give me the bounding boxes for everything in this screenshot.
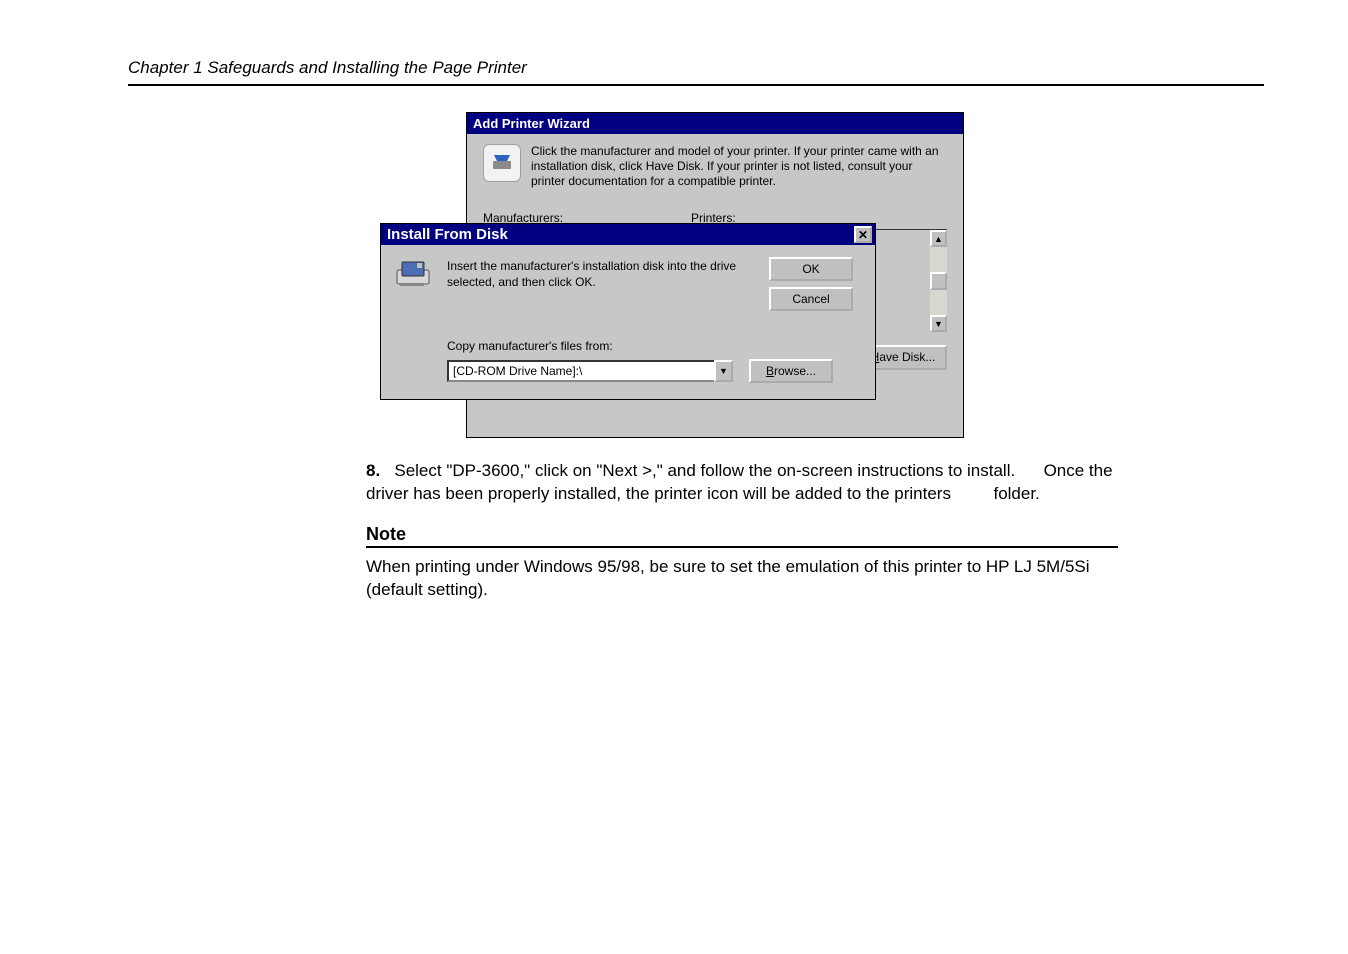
header-rule — [128, 84, 1264, 86]
ifd-title: Install From Disk — [387, 226, 508, 243]
cancel-button[interactable]: Cancel — [769, 287, 853, 311]
note-body: When printing under Windows 95/98, be su… — [366, 556, 1118, 602]
wizard-instruction-text: Click the manufacturer and model of your… — [531, 144, 947, 189]
ok-button[interactable]: OK — [769, 257, 853, 281]
scrollbar[interactable]: ▲ ▼ — [930, 230, 947, 332]
add-printer-wizard-window: Add Printer Wizard Click the manufacture… — [466, 112, 964, 438]
step-8-text: 8. Select "DP-3600," click on "Next >," … — [366, 460, 1118, 506]
copy-from-label: Copy manufacturer's files from: — [447, 339, 761, 353]
ifd-titlebar: Install From Disk ✕ — [381, 224, 875, 245]
path-combobox[interactable]: ▼ — [447, 360, 733, 382]
scroll-thumb[interactable] — [930, 272, 947, 290]
printer-icon — [483, 144, 521, 182]
scroll-up-icon[interactable]: ▲ — [930, 230, 947, 247]
chapter-heading: Chapter 1 Safeguards and Installing the … — [128, 58, 1264, 78]
ifd-instruction-text: Insert the manufacturer's installation d… — [447, 257, 761, 290]
close-icon[interactable]: ✕ — [854, 226, 872, 243]
install-from-disk-dialog: Install From Disk ✕ — [380, 223, 876, 400]
floppy-disk-icon — [393, 257, 437, 295]
note-heading: Note — [366, 524, 1118, 548]
scroll-down-icon[interactable]: ▼ — [930, 315, 947, 332]
wizard-titlebar: Add Printer Wizard — [467, 113, 963, 134]
browse-button[interactable]: Browse... — [749, 359, 833, 383]
chevron-down-icon[interactable]: ▼ — [714, 360, 733, 382]
path-input[interactable] — [447, 360, 714, 382]
